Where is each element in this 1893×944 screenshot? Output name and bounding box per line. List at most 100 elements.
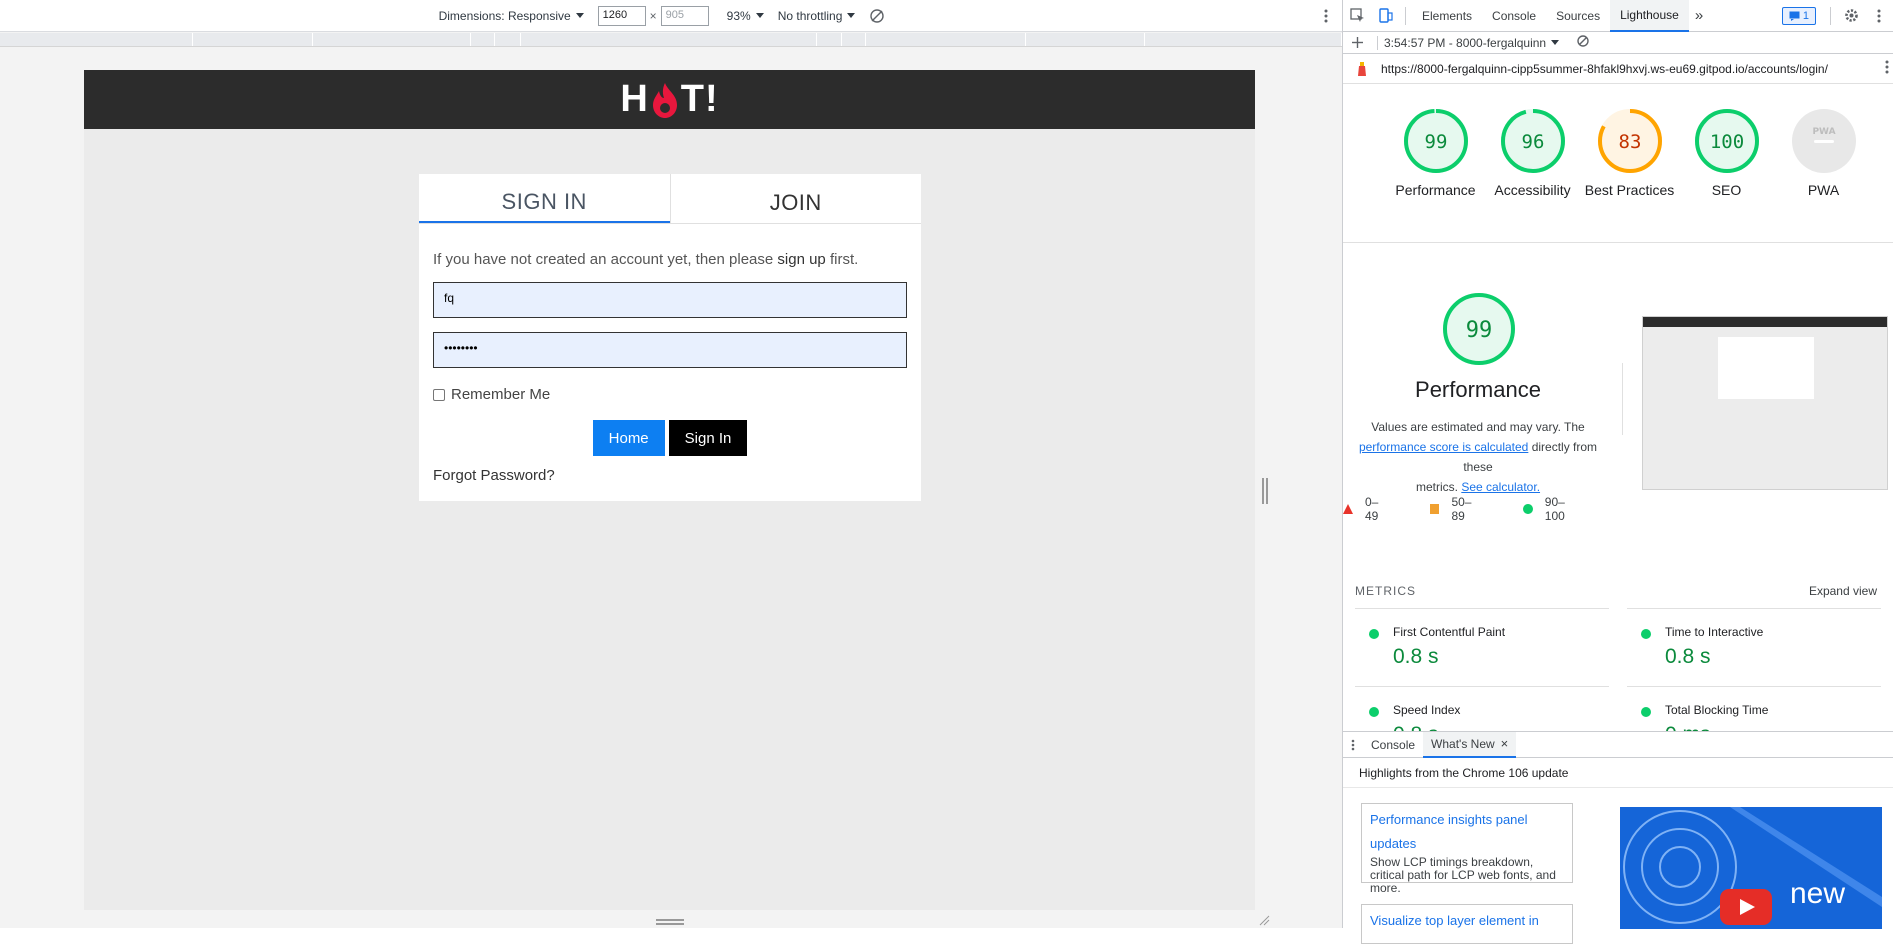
report-url[interactable]: https://8000-fergalquinn-cipp5summer-8hf… xyxy=(1381,62,1851,76)
gauge-score: 99 xyxy=(1424,131,1447,153)
throttling-label: No throttling xyxy=(777,8,843,23)
resize-handle-right[interactable] xyxy=(1262,478,1268,504)
legend-fail: 0–49 xyxy=(1365,495,1379,523)
page-screenshot-thumbnail[interactable] xyxy=(1642,316,1888,490)
plus-icon[interactable] xyxy=(1343,32,1371,54)
metric-tbt: Total Blocking Time 0 ms xyxy=(1627,686,1881,731)
video-thumbnail[interactable]: new xyxy=(1620,807,1882,929)
dimensions-label: Dimensions: Responsive xyxy=(438,8,571,23)
lighthouse-urlbar: https://8000-fergalquinn-cipp5summer-8hf… xyxy=(1343,54,1893,84)
issues-badge[interactable]: 1 xyxy=(1781,6,1816,25)
emulated-viewport: H T! SIGN IN JOIN If you have not create… xyxy=(84,70,1255,910)
tab-sign-in[interactable]: SIGN IN xyxy=(419,174,670,223)
metrics-section: METRICS Expand view First Contentful Pai… xyxy=(1343,574,1893,731)
metric-value: 0 ms xyxy=(1665,723,1711,731)
gauge-label: Best Practices xyxy=(1584,182,1675,198)
devtools-menu-icon[interactable] xyxy=(1865,0,1893,32)
remember-me-label[interactable]: Remember Me xyxy=(451,386,550,403)
performance-title: Performance xyxy=(1415,377,1541,402)
expand-view-toggle[interactable]: Expand view xyxy=(1809,584,1877,598)
url-menu-icon[interactable] xyxy=(1885,60,1889,77)
dimensions-dropdown[interactable]: Dimensions: Responsive xyxy=(439,9,584,23)
settings-gear-icon[interactable] xyxy=(1837,0,1865,32)
sign-in-button[interactable]: Sign In xyxy=(668,420,748,456)
metric-fcp: First Contentful Paint 0.8 s xyxy=(1355,608,1609,686)
pass-circle-icon xyxy=(1369,629,1379,639)
gauge-label: Performance xyxy=(1395,182,1476,198)
more-options-icon[interactable] xyxy=(1324,9,1328,23)
remember-me-checkbox[interactable] xyxy=(433,388,445,401)
legend-pass: 90–100 xyxy=(1544,495,1565,523)
note-suffix: first. xyxy=(825,251,859,268)
site-header: H T! xyxy=(84,70,1255,129)
gauge-performance[interactable]: 99 Performance xyxy=(1387,107,1484,242)
gauge-score: 100 xyxy=(1709,131,1743,153)
gauge-pwa[interactable]: PWA PWA xyxy=(1775,107,1872,242)
password-input[interactable]: •••••••• xyxy=(433,332,907,368)
logo-letter-h: H xyxy=(620,78,649,120)
gauge-ring: 96 xyxy=(1500,109,1565,173)
tab-elements[interactable]: Elements xyxy=(1412,0,1482,32)
sign-up-link[interactable]: sign up xyxy=(777,251,825,268)
metric-value: 0.8 s xyxy=(1665,645,1711,668)
height-input[interactable]: 905 xyxy=(660,5,709,26)
tab-join[interactable]: JOIN xyxy=(669,174,922,223)
width-input[interactable]: 1260 xyxy=(597,5,646,26)
drawer-tab-console[interactable]: Console xyxy=(1363,732,1423,758)
tab-console[interactable]: Console xyxy=(1482,0,1546,32)
devtools-tabbar: Elements Console Sources Lighthouse » 1 xyxy=(1343,0,1893,32)
remember-me-row: Remember Me xyxy=(433,386,907,403)
zoom-dropdown[interactable]: 93% xyxy=(727,9,764,23)
close-icon[interactable]: × xyxy=(1501,736,1509,751)
drawer-tabbar: Console What's New × xyxy=(1343,731,1893,758)
devtools-drawer: Console What's New × Highlights from the… xyxy=(1343,731,1893,944)
pass-circle-icon xyxy=(1641,707,1651,717)
metrics-header: METRICS xyxy=(1355,584,1416,598)
score-calculated-link[interactable]: performance score is calculated xyxy=(1359,440,1528,454)
inspect-element-icon[interactable] xyxy=(1343,0,1371,32)
legend-average: 50–89 xyxy=(1451,495,1472,523)
feature-title[interactable]: Visualize top layer element in xyxy=(1370,909,1564,933)
resize-handle-bottom[interactable] xyxy=(656,919,684,925)
tab-lighthouse[interactable]: Lighthouse xyxy=(1610,0,1689,32)
average-square-icon xyxy=(1429,504,1440,514)
gauge-accessibility[interactable]: 96 Accessibility xyxy=(1484,107,1581,242)
fail-triangle-icon xyxy=(1343,504,1353,514)
gauge-ring: PWA xyxy=(1791,109,1856,173)
pass-circle-icon xyxy=(1641,629,1651,639)
drawer-tab-whats-new[interactable]: What's New × xyxy=(1423,731,1517,758)
lighthouse-subbar: 3:54:57 PM - 8000-fergalquinn xyxy=(1343,32,1893,54)
username-input[interactable]: fq xyxy=(433,282,907,318)
see-calculator-link[interactable]: See calculator. xyxy=(1461,480,1540,494)
metric-speed-index: Speed Index 0.8 s xyxy=(1355,686,1609,731)
clear-icon[interactable] xyxy=(1577,35,1589,50)
gauge-ring: 83 xyxy=(1597,109,1662,173)
site-logo[interactable]: H T! xyxy=(620,78,718,121)
svg-text:PWA: PWA xyxy=(1812,127,1835,137)
resize-handle-corner[interactable] xyxy=(1258,914,1270,926)
gauge-best-practices[interactable]: 83 Best Practices xyxy=(1581,107,1678,242)
rotate-icon[interactable] xyxy=(869,8,885,24)
report-selector[interactable]: 3:54:57 PM - 8000-fergalquinn xyxy=(1384,36,1560,50)
login-card: SIGN IN JOIN If you have not created an … xyxy=(419,174,921,501)
tab-sources[interactable]: Sources xyxy=(1546,0,1610,32)
metric-name: First Contentful Paint xyxy=(1393,625,1506,639)
performance-section: 99 Performance Values are estimated and … xyxy=(1343,243,1893,573)
home-button[interactable]: Home xyxy=(592,420,665,456)
gauge-ring: 99 xyxy=(1403,109,1468,173)
throttling-dropdown[interactable]: No throttling xyxy=(778,9,856,23)
devtools-panel: Elements Console Sources Lighthouse » 1 … xyxy=(1342,0,1893,944)
metric-name: Speed Index xyxy=(1393,703,1461,717)
media-query-ruler[interactable] xyxy=(0,33,1342,47)
gauge-seo[interactable]: 100 SEO xyxy=(1678,107,1775,242)
feature-card[interactable]: Performance insights panel updates Show … xyxy=(1361,803,1573,895)
drawer-tab-whats-new-label: What's New xyxy=(1431,736,1495,751)
youtube-play-icon[interactable] xyxy=(1720,889,1772,928)
drawer-menu-icon[interactable] xyxy=(1343,732,1363,758)
more-tabs-icon[interactable]: » xyxy=(1689,0,1709,32)
feature-title[interactable]: Performance insights panel updates xyxy=(1370,808,1564,856)
forgot-password-link[interactable]: Forgot Password? xyxy=(433,467,907,484)
device-toggle-icon[interactable] xyxy=(1371,0,1399,32)
metric-tti: Time to Interactive 0.8 s xyxy=(1627,608,1881,686)
feature-card[interactable]: Visualize top layer element in xyxy=(1361,904,1573,944)
